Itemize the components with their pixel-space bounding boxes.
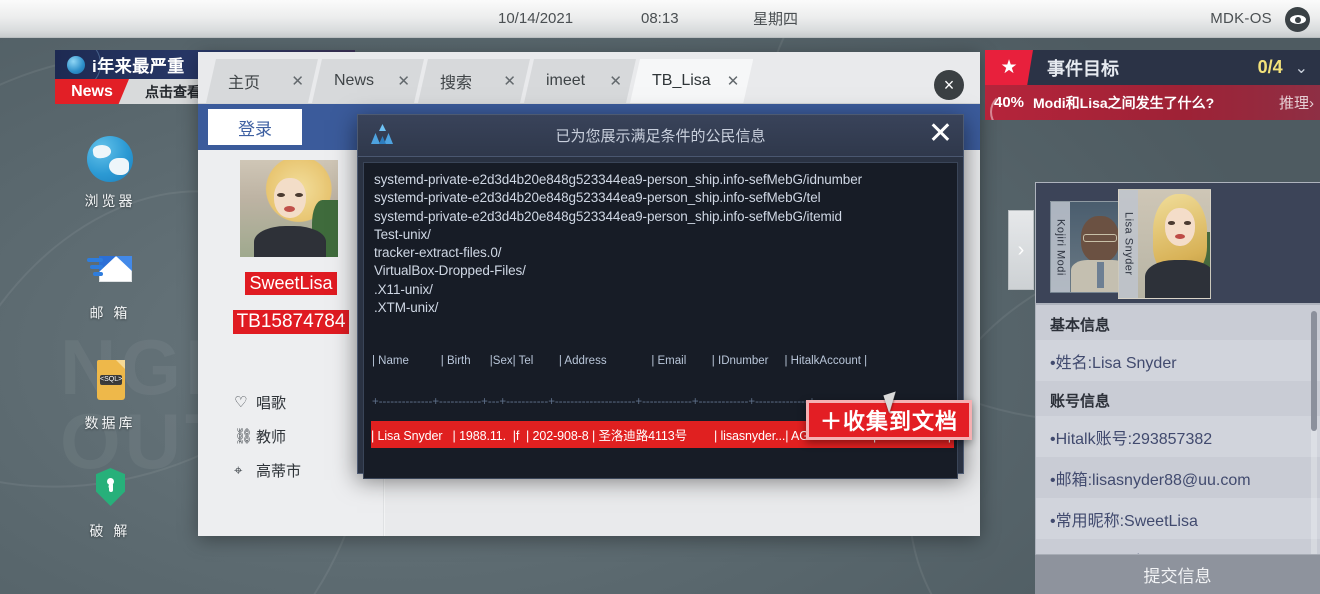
info-row: •常用昵称:SweetLisa <box>1036 498 1320 539</box>
browser-tabstrip: 主页 ✕ News ✕ 搜索 ✕ imeet ✕ TB_Lisa ✕ × <box>198 52 980 104</box>
dialog-title: 已为您展示满足条件的公民信息 <box>555 128 766 145</box>
tie-icon: ⛓ <box>234 428 254 445</box>
blue-crystal-icon <box>370 124 394 148</box>
terminal-line: systemd-private-e2d3d4b20e848g523344ea9-… <box>374 208 842 224</box>
section-title-account: 账号信息 <box>1050 393 1111 410</box>
portrait-label: Lisa Snyder <box>1119 190 1138 298</box>
terminal-line: systemd-private-e2d3d4b20e848g523344ea9-… <box>374 190 821 206</box>
desktop-icon-label: 破 解 <box>89 523 131 539</box>
dialog-header: 已为您展示满足条件的公民信息 ✕ <box>358 115 963 157</box>
panel-expand-arrow[interactable]: › <box>1008 210 1034 290</box>
objective-text: Modi和Lisa之间发生了什么? <box>1033 94 1215 111</box>
close-icon[interactable]: ✕ <box>727 74 740 89</box>
info-row: •姓名:Lisa Snyder <box>1036 340 1320 381</box>
database-file-icon: <SQL> <box>87 358 133 404</box>
browser-tab-imeet[interactable]: imeet ✕ <box>524 59 636 103</box>
heart-icon: ♡ <box>234 394 248 411</box>
close-icon[interactable]: ✕ <box>291 74 304 89</box>
objective-item[interactable]: 40% Modi和Lisa之间发生了什么? 推理› <box>985 85 1320 120</box>
profile-meta-label: 教师 <box>256 428 287 446</box>
terminal-line: Test-unix/ <box>374 226 431 242</box>
sql-badge: <SQL> <box>100 375 123 385</box>
tab-label: imeet <box>546 72 586 89</box>
browser-tab-tb-lisa[interactable]: TB_Lisa ✕ <box>630 59 753 103</box>
close-icon[interactable]: ✕ <box>503 74 516 89</box>
desktop-icon-mail[interactable]: 邮 箱 <box>62 248 158 323</box>
statusbar-weekday: 星期四 <box>753 11 799 28</box>
close-icon[interactable]: ✕ <box>928 117 953 151</box>
terminal-line: .X11-unix/ <box>374 281 433 297</box>
profile-meta-item: ⌖ 高蒂市 <box>234 456 301 484</box>
close-icon[interactable]: ✕ <box>609 74 622 89</box>
portrait-card-lisa[interactable]: Lisa Snyder <box>1118 189 1211 299</box>
terminal-line: VirtualBox-Dropped-Files/ <box>374 263 526 279</box>
close-icon[interactable]: ✕ <box>397 74 410 89</box>
portrait-gallery: Kojiri Modi Lisa Snyder <box>1036 183 1320 305</box>
shield-lock-icon <box>87 466 133 512</box>
objectives-header[interactable]: ★ 事件目标 0/4 ⌄ <box>985 50 1320 85</box>
objectives-panel: ★ 事件目标 0/4 ⌄ 40% Modi和Lisa之间发生了什么? 推理› <box>985 50 1320 120</box>
desktop-icon-browser[interactable]: 浏览器 <box>62 136 158 211</box>
desktop-icon-label: 浏览器 <box>84 193 136 209</box>
desktop-icon-crack[interactable]: 破 解 <box>62 466 158 541</box>
browser-tab-search[interactable]: 搜索 ✕ <box>418 59 530 103</box>
globe-icon <box>87 136 133 182</box>
character-info-panel: Kojiri Modi Lisa Snyder 基本信息 •姓名:Lisa Sn… <box>1035 182 1320 594</box>
scrollbar-thumb[interactable] <box>1311 311 1317 431</box>
table-header-row: | Name | Birth |Sex| Tel | Address | Ema… <box>372 355 868 368</box>
login-button[interactable]: 登录 <box>208 109 302 145</box>
profile-meta-label: 高蒂市 <box>256 462 302 480</box>
news-subtext: 点击查看 <box>145 83 201 100</box>
profile-meta-label: 唱歌 <box>256 394 287 412</box>
star-icon: ★ <box>985 50 1033 85</box>
news-decor-ring <box>55 50 101 79</box>
mail-icon <box>87 248 133 294</box>
tab-label: News <box>334 72 375 89</box>
objective-progress: 40% <box>985 92 1033 120</box>
submit-info-button[interactable]: 提交信息 <box>1035 554 1320 594</box>
profile-meta-list: ♡ 唱歌 ⛓ 教师 ⌖ 高蒂市 <box>234 388 301 490</box>
news-headline: i年来最严重 <box>92 57 185 76</box>
profile-nickname: SweetLisa <box>245 272 337 295</box>
browser-tab-news[interactable]: News ✕ <box>312 59 424 103</box>
tab-label: 主页 <box>228 75 261 92</box>
news-badge: News <box>55 79 129 104</box>
terminal-line: tracker-extract-files.0/ <box>374 245 502 261</box>
profile-meta-item: ♡ 唱歌 <box>234 388 301 416</box>
tab-label: TB_Lisa <box>652 72 711 89</box>
tab-label: 搜索 <box>440 75 473 92</box>
desktop-icon-label: 邮 箱 <box>89 305 131 321</box>
game-screen: PRIORB NGE OUT 浏览器 邮 箱 <SQL> 数据库 破 解 i年来… <box>0 0 1320 594</box>
browser-tab-home[interactable]: 主页 ✕ <box>206 59 318 103</box>
statusbar-os-name: MDK-OS <box>1210 10 1272 27</box>
terminal-line: .XTM-unix/ <box>374 300 439 316</box>
objectives-title: 事件目标 <box>1047 58 1119 79</box>
info-row: •Hitalk账号:293857382 <box>1036 416 1320 457</box>
objective-action-link[interactable]: 推理› <box>1279 92 1314 113</box>
system-statusbar: 10/14/2021 08:13 星期四 MDK-OS <box>0 0 1320 38</box>
terminal-line: systemd-private-e2d3d4b20e848g523344ea9-… <box>374 172 863 187</box>
statusbar-time: 08:13 <box>641 10 679 27</box>
profile-userid: TB15874784 <box>232 310 350 334</box>
portrait-label: Kojiri Modi <box>1051 202 1070 292</box>
scrollbar[interactable] <box>1311 311 1317 591</box>
info-row: •邮箱:lisasnyder88@uu.com <box>1036 457 1320 498</box>
avatar <box>240 160 338 257</box>
objectives-count: 0/4 <box>1257 57 1283 77</box>
statusbar-date: 10/14/2021 <box>498 10 574 27</box>
eye-icon[interactable] <box>1285 7 1310 32</box>
profile-meta-item: ⛓ 教师 <box>234 422 301 450</box>
section-title-basic: 基本信息 <box>1050 317 1111 334</box>
chevron-down-icon[interactable]: ⌄ <box>1295 58 1308 78</box>
location-icon: ⌖ <box>234 461 243 479</box>
desktop-icon-label: 数据库 <box>84 415 136 431</box>
window-close-button[interactable]: × <box>934 70 964 100</box>
desktop-icon-database[interactable]: <SQL> 数据库 <box>62 358 158 433</box>
